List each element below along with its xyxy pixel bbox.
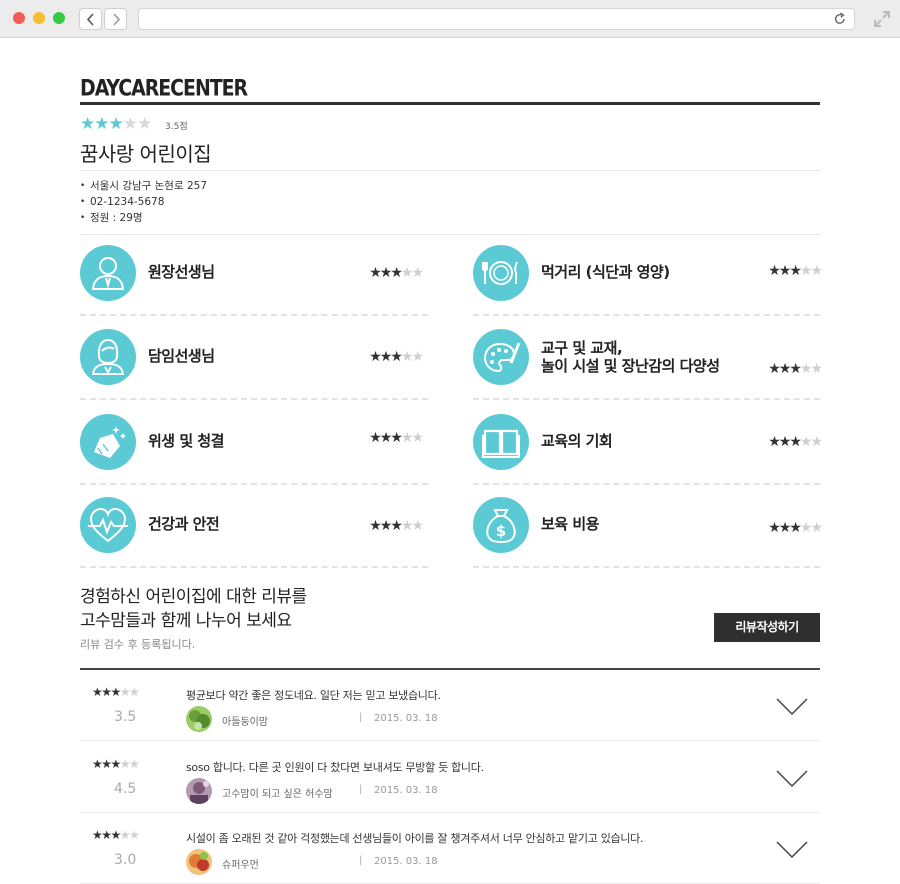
chevron-left-icon: [86, 13, 94, 26]
close-window-button[interactable]: [13, 12, 25, 24]
svg-text:$: $: [496, 522, 506, 540]
page-title: 꿈사랑 어린이집: [80, 142, 212, 166]
money-bag-icon: $: [473, 497, 529, 553]
divider: [80, 234, 820, 235]
address-bar[interactable]: [138, 8, 855, 30]
rating-label: 교육의 기회: [541, 432, 613, 450]
rating-label: 먹거리 (식단과 영양): [541, 263, 670, 281]
chevron-down-icon[interactable]: [776, 770, 808, 788]
star-filled-icon: ★★★: [80, 114, 124, 134]
rating-item-food: 먹거리 (식단과 영양) ★★★★★: [473, 236, 823, 316]
plate-icon: [473, 245, 529, 301]
dashed-divider: [473, 398, 820, 400]
rating-stars: ★★★★★: [369, 518, 424, 534]
rating-stars: ★★★★★: [768, 361, 823, 377]
rating-label: 위생 및 청결: [148, 432, 224, 450]
rating-label: 건강과 안전: [148, 515, 220, 533]
separator: |: [359, 855, 363, 866]
rating-stars: ★★★★★: [369, 265, 424, 281]
separator: |: [359, 712, 363, 723]
minimize-window-button[interactable]: [33, 12, 45, 24]
review-stars: ★★★★★: [92, 757, 140, 771]
rating-stars: ★★★★★: [768, 263, 823, 279]
rating-label-line2: 놀이 시설 및 장난감의 다양성: [541, 357, 720, 375]
rating-item-education: 교육의 기회 ★★★★★: [473, 405, 823, 485]
dashed-divider: [473, 483, 820, 485]
chevron-right-icon: [113, 13, 121, 26]
browser-toolbar: [0, 0, 900, 38]
review-notice: 리뷰 검수 후 등록됩니다.: [80, 638, 196, 651]
review-stars: ★★★★★: [92, 685, 140, 699]
dashed-divider: [80, 566, 428, 568]
back-button[interactable]: [79, 8, 102, 30]
address: 서울시 강남구 논현로 257: [80, 178, 207, 194]
dashed-divider: [473, 566, 820, 568]
rating-stars: ★★★★★: [768, 520, 823, 536]
chevron-down-icon[interactable]: [776, 841, 808, 859]
rating-label: 보육 비용: [541, 515, 599, 533]
rating-stars: ★★★★★: [369, 430, 424, 446]
avatar: [186, 706, 212, 732]
site-logo[interactable]: DAYCARECENTER: [80, 75, 248, 100]
rating-item-toys: 교구 및 교재, 놀이 시설 및 장난감의 다양성 ★★★★★: [473, 320, 823, 400]
review-prompt: 경험하신 어린이집에 대한 리뷰를 고수맘들과 함께 나누어 보세요: [80, 585, 307, 633]
forward-button[interactable]: [104, 8, 127, 30]
dashed-divider: [80, 314, 428, 316]
teacher-icon: [80, 329, 136, 385]
review-score: 3.0: [114, 852, 137, 868]
overall-rating-stars: ★★★★★: [80, 114, 153, 134]
dashed-divider: [80, 398, 428, 400]
review-author[interactable]: 슈퍼우먼: [222, 856, 259, 871]
review-date: 2015. 03. 18: [374, 713, 438, 724]
write-review-button[interactable]: 리뷰작성하기: [714, 613, 820, 642]
review-score: 4.5: [114, 781, 137, 797]
chevron-down-icon[interactable]: [776, 698, 808, 716]
director-icon: [80, 245, 136, 301]
review-text: 평균보다 약간 좋은 정도네요. 일단 저는 믿고 보냈습니다.: [186, 689, 441, 702]
capacity: 정원 : 29명: [80, 210, 207, 226]
overall-rating-score: 3.5점: [165, 122, 188, 132]
phone-number: 02-1234-5678: [80, 194, 207, 210]
rating-label: 담임선생님: [148, 347, 215, 365]
review-author[interactable]: 고수맘이 되고 싶은 허수맘: [222, 785, 333, 800]
reload-icon[interactable]: [833, 12, 847, 26]
rating-label: 원장선생님: [148, 263, 215, 281]
separator: |: [359, 784, 363, 795]
rating-item-teacher: 담임선생님 ★★★★★: [80, 320, 428, 400]
book-icon: [473, 414, 529, 470]
heartbeat-icon: [80, 497, 136, 553]
rating-stars: ★★★★★: [369, 349, 424, 365]
fullscreen-icon[interactable]: [874, 11, 890, 27]
rating-item-safety: 건강과 안전 ★★★★★: [80, 488, 428, 568]
center-info-list: 서울시 강남구 논현로 257 02-1234-5678 정원 : 29명: [80, 178, 207, 226]
review-item: ★★★★★ 3.5 평균보다 약간 좋은 정도네요. 일단 저는 믿고 보냈습니…: [80, 670, 820, 741]
rating-stars: ★★★★★: [768, 434, 823, 450]
review-text: soso 합니다. 다른 곳 인원이 다 찼다면 보내셔도 무방할 듯 합니다.: [186, 761, 484, 774]
review-prompt-line2: 고수맘들과 함께 나누어 보세요: [80, 611, 292, 631]
review-item: ★★★★★ 3.0 시설이 좀 오래된 것 같아 걱정했는데 선생님들이 아이를…: [80, 813, 820, 884]
rating-item-hygiene: 위생 및 청결 ★★★★★: [80, 405, 428, 485]
review-text: 시설이 좀 오래된 것 같아 걱정했는데 선생님들이 아이를 잘 챙겨주셔서 너…: [186, 832, 644, 845]
review-author[interactable]: 아들둥이맘: [222, 713, 268, 728]
review-stars: ★★★★★: [92, 828, 140, 842]
review-prompt-line1: 경험하신 어린이집에 대한 리뷰를: [80, 587, 307, 607]
cleaning-icon: [80, 414, 136, 470]
palette-icon: [473, 329, 529, 385]
brand-divider: [80, 102, 820, 105]
star-empty-icon: ★★: [122, 114, 153, 134]
review-score: 3.5: [114, 709, 137, 725]
dashed-divider: [80, 483, 428, 485]
avatar: [186, 778, 212, 804]
dashed-divider: [473, 314, 820, 316]
avatar: [186, 849, 212, 875]
maximize-window-button[interactable]: [53, 12, 65, 24]
rating-label-line1: 교구 및 교재,: [541, 339, 623, 357]
rating-item-director: 원장선생님 ★★★★★: [80, 236, 428, 316]
review-item: ★★★★★ 4.5 soso 합니다. 다른 곳 인원이 다 찼다면 보내셔도 …: [80, 742, 820, 813]
divider: [80, 170, 820, 171]
rating-item-cost: $ 보육 비용 ★★★★★: [473, 488, 823, 568]
review-date: 2015. 03. 18: [374, 856, 438, 867]
review-date: 2015. 03. 18: [374, 785, 438, 796]
